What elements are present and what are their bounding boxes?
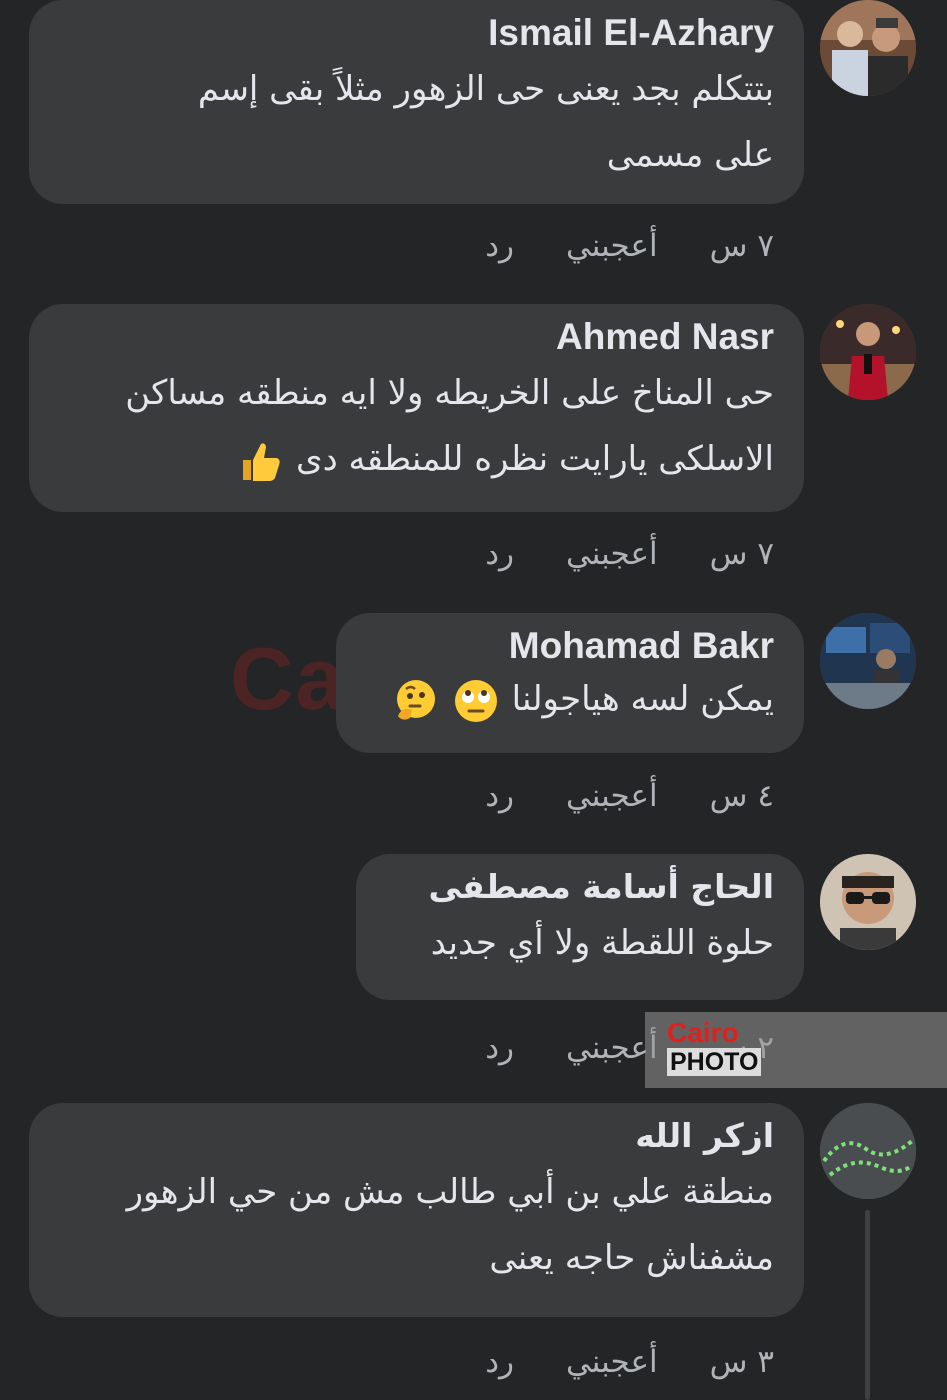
watermark-photo-text: PHOTO — [667, 1048, 762, 1076]
avatar[interactable] — [820, 1103, 916, 1199]
comment-text: بتتكلم بجد يعنى حى الزهور مثلاً بقى إسم … — [59, 56, 774, 188]
author-name[interactable]: Ismail El-Azhary — [59, 10, 774, 56]
comment-bubble[interactable]: الحاج أسامة مصطفى حلوة اللقطة ولا أي جدي… — [356, 854, 804, 1000]
comment-text: حى المناخ على الخريطه ولا ايه منطقه مساك… — [59, 360, 774, 492]
comment-actions: ٧ س أعجبني رد — [485, 536, 774, 572]
timestamp[interactable]: ٣ س — [710, 1344, 774, 1380]
like-button[interactable]: أعجبني — [566, 1344, 658, 1380]
comment-text: منطقة علي بن أبي طالب مش من حي الزهور مش… — [59, 1159, 774, 1291]
comment-text-line-with-emoji: الاسلكى يارايت نظره للمنطقه دى — [59, 426, 774, 492]
author-name[interactable]: Ahmed Nasr — [59, 314, 774, 360]
comment-bubble[interactable]: ازكر الله منطقة علي بن أبي طالب مش من حي… — [29, 1103, 804, 1317]
timestamp[interactable]: ٤ س — [710, 778, 774, 814]
profile-photo-man-sunglasses-icon — [820, 854, 916, 950]
cairo-photo-logo-watermark: Cairo PHOTO — [645, 1012, 947, 1088]
reply-thread-line — [865, 1210, 870, 1400]
comment-text-line: منطقة علي بن أبي طالب مش من حي الزهور — [126, 1172, 774, 1212]
watermark-cairo-text: Cairo — [667, 1017, 739, 1048]
comment-text: يمكن لسه هياجولنا — [366, 669, 774, 729]
avatar[interactable] — [820, 613, 916, 709]
reply-button[interactable]: رد — [485, 1344, 514, 1380]
comment-actions: ٤ س أعجبني رد — [485, 778, 774, 814]
like-button[interactable]: أعجبني — [566, 228, 658, 264]
comment-bubble[interactable]: Ismail El-Azhary بتتكلم بجد يعنى حى الزه… — [29, 0, 804, 204]
comment-actions: ٧ س أعجبني رد — [485, 228, 774, 264]
face-with-rolling-eyes-emoji-icon — [453, 678, 499, 724]
timestamp[interactable]: ٧ س — [710, 228, 774, 264]
comment-actions: ٣ س أعجبني رد — [485, 1344, 774, 1380]
author-name[interactable]: الحاج أسامة مصطفى — [386, 864, 774, 910]
author-name[interactable]: Mohamad Bakr — [366, 623, 774, 669]
avatar[interactable] — [820, 304, 916, 400]
reply-button[interactable]: رد — [485, 778, 514, 814]
avatar[interactable] — [820, 0, 916, 96]
comment-text-line: بتتكلم بجد يعنى حى الزهور مثلاً بقى إسم — [197, 69, 774, 109]
comment-text-line: مشفناش حاجه يعنى — [489, 1238, 774, 1278]
comment-text-line: الاسلكى يارايت نظره للمنطقه دى — [296, 439, 774, 479]
like-button[interactable]: أعجبني — [566, 536, 658, 572]
comment-text-line: على مسمى — [606, 135, 774, 175]
like-button[interactable]: أعجبني — [566, 1030, 658, 1066]
avatar[interactable] — [820, 854, 916, 950]
prayer-beads-icon — [820, 1103, 916, 1199]
timestamp[interactable]: ٧ س — [710, 536, 774, 572]
comment-text-line: يمكن لسه هياجولنا — [511, 679, 774, 719]
comment-bubble[interactable]: Mohamad Bakr يمكن لسه هياجولنا — [336, 613, 804, 753]
author-name[interactable]: ازكر الله — [59, 1113, 774, 1159]
reply-button[interactable]: رد — [485, 536, 514, 572]
thumbs-up-emoji-icon — [237, 438, 283, 484]
profile-photo-two-men-icon — [820, 0, 916, 96]
comment-text-line: حلوة اللقطة ولا أي جديد — [430, 923, 774, 963]
reply-button[interactable]: رد — [485, 1030, 514, 1066]
comment-text-line: حى المناخ على الخريطه ولا ايه منطقه مساك… — [125, 373, 774, 413]
comment-text: حلوة اللقطة ولا أي جديد — [386, 910, 774, 976]
reply-button[interactable]: رد — [485, 228, 514, 264]
profile-photo-man-red-jacket-icon — [820, 304, 916, 400]
like-button[interactable]: أعجبني — [566, 778, 658, 814]
profile-photo-man-at-desk-icon — [820, 613, 916, 709]
comment-bubble[interactable]: Ahmed Nasr حى المناخ على الخريطه ولا ايه… — [29, 304, 804, 512]
thinking-face-emoji-icon — [392, 678, 438, 724]
